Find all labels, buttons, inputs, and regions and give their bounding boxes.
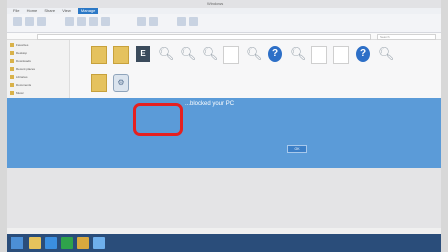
folder-icon	[10, 75, 14, 80]
empty-area	[7, 168, 441, 234]
ribbon-button[interactable]	[177, 17, 186, 26]
media-icon[interactable]	[93, 237, 105, 249]
ribbon-button[interactable]	[25, 17, 34, 26]
folder-icon	[10, 51, 14, 56]
folder-icon	[10, 59, 14, 64]
document-icon	[333, 46, 349, 64]
folder-icon	[113, 46, 129, 64]
file-label	[198, 62, 220, 68]
ribbon-button[interactable]	[189, 17, 198, 26]
nav-item[interactable]: Downloads	[10, 58, 66, 64]
ribbon-button[interactable]	[65, 17, 74, 26]
folder-icon	[10, 67, 14, 72]
file-item[interactable]	[110, 46, 132, 70]
nav-item[interactable]: Music	[10, 90, 66, 96]
file-label	[132, 62, 154, 68]
ribbon-button[interactable]	[37, 17, 46, 26]
folder-icon	[91, 74, 107, 92]
folder-icon[interactable]	[77, 237, 89, 249]
file-label	[88, 64, 110, 70]
file-item[interactable]: 🔍︎	[198, 46, 220, 68]
nav-item-label: Libraries	[16, 75, 28, 79]
search-file-icon: 🔍︎	[180, 46, 197, 61]
help-icon: ?	[356, 46, 370, 62]
folder-icon	[10, 91, 14, 96]
nav-item-label: Music	[16, 91, 24, 95]
search-file-icon: 🔍︎	[378, 46, 395, 61]
document-icon	[223, 46, 239, 64]
file-item[interactable]: 🔍︎	[374, 46, 396, 68]
search-file-icon: 🔍︎	[158, 46, 175, 61]
file-item[interactable]	[220, 46, 242, 70]
ribbon-button[interactable]	[101, 17, 110, 26]
nav-item[interactable]: Desktop	[10, 50, 66, 56]
nav-item[interactable]: Libraries	[10, 74, 66, 80]
file-label	[286, 62, 308, 68]
taskbar	[7, 234, 441, 252]
file-label	[242, 62, 264, 68]
highlight-annotation	[133, 103, 183, 136]
file-item[interactable]	[88, 74, 110, 98]
search-file-icon: 🔍︎	[290, 46, 307, 61]
file-label	[264, 62, 286, 68]
file-item[interactable]	[88, 46, 110, 70]
file-item[interactable]	[308, 46, 330, 70]
ribbon	[7, 14, 441, 33]
folder-icon	[10, 43, 14, 48]
ribbon-button[interactable]	[13, 17, 22, 26]
error-dialog: ...blocked your PC OK	[7, 98, 441, 168]
file-label	[308, 64, 330, 70]
address-bar: Search	[7, 33, 441, 40]
ok-button[interactable]: OK	[287, 145, 307, 153]
file-label	[220, 64, 242, 70]
file-label	[352, 62, 374, 68]
file-item[interactable]: ?	[352, 46, 374, 68]
nav-item-label: Favorites	[16, 43, 29, 47]
nav-item-label: Downloads	[16, 59, 31, 63]
file-label	[110, 64, 132, 70]
file-label	[176, 62, 198, 68]
window-title: Windows	[207, 1, 224, 6]
file-label	[330, 64, 352, 70]
nav-item[interactable]: Recent places	[10, 66, 66, 72]
setup-icon: ⚙	[113, 74, 129, 92]
ribbon-button[interactable]	[149, 17, 158, 26]
file-item[interactable]: 🔍︎	[286, 46, 308, 68]
file-item[interactable]: E	[132, 46, 154, 68]
file-item[interactable]: 🔍︎	[154, 46, 176, 68]
nav-item[interactable]: Favorites	[10, 42, 66, 48]
nav-item-label: Desktop	[16, 51, 28, 55]
search-file-icon: 🔍︎	[246, 46, 263, 61]
file-item[interactable]: ?	[264, 46, 286, 68]
file-list: E 🔍︎ 🔍︎ 🔍︎ 🔍︎ ? 🔍︎ ? 🔍︎ ⚙	[70, 40, 441, 98]
file-label	[154, 62, 176, 68]
store-icon[interactable]	[61, 237, 73, 249]
explorer-icon[interactable]	[29, 237, 41, 249]
ribbon-button[interactable]	[89, 17, 98, 26]
search-file-icon: 🔍︎	[202, 46, 219, 61]
file-label	[374, 62, 396, 68]
internet-explorer-icon[interactable]	[45, 237, 57, 249]
nav-item-label: Recent places	[16, 67, 36, 71]
help-icon: ?	[268, 46, 282, 62]
nav-item[interactable]: Documents	[10, 82, 66, 88]
ribbon-button[interactable]	[77, 17, 86, 26]
folder-icon	[10, 83, 14, 88]
ribbon-button[interactable]	[137, 17, 146, 26]
folder-icon	[91, 46, 107, 64]
file-item[interactable]: ⚙	[110, 74, 132, 98]
document-icon	[311, 46, 327, 64]
ebook-icon: E	[136, 46, 150, 62]
nav-item-label: Documents	[16, 83, 32, 87]
file-item[interactable]: 🔍︎	[242, 46, 264, 68]
file-item[interactable]	[330, 46, 352, 70]
screen: Windows File Home Share View Manage Sear…	[7, 0, 441, 252]
file-item[interactable]: 🔍︎	[176, 46, 198, 68]
start-button[interactable]	[11, 237, 23, 249]
dialog-title: ...blocked your PC	[185, 101, 235, 107]
